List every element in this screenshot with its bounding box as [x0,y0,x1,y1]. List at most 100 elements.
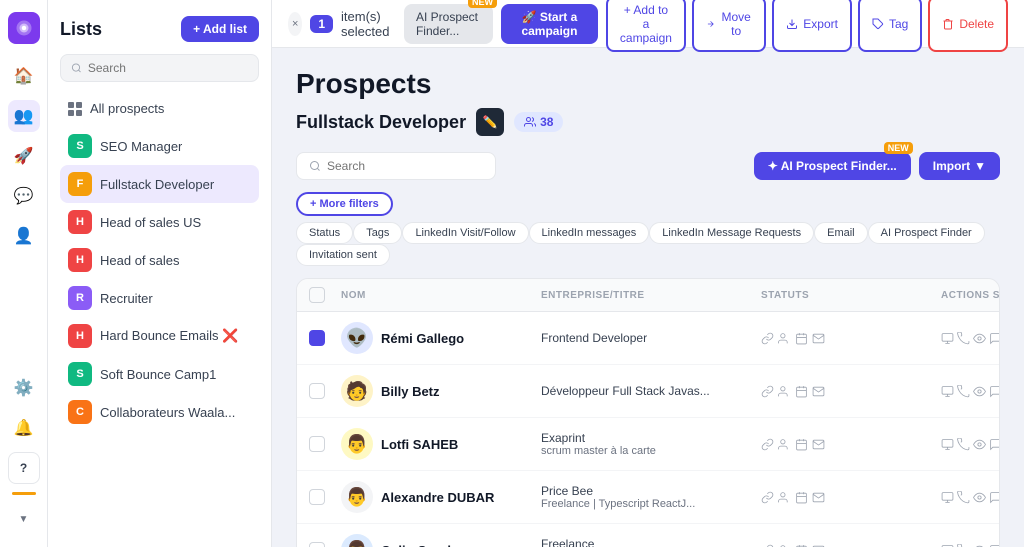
action-icon-msg[interactable] [989,438,1000,451]
users-small-icon[interactable] [778,385,791,398]
sidebar-item-icon: H [68,210,92,234]
filter-chip[interactable]: Tags [353,222,402,244]
action-icon-eye[interactable] [973,491,986,504]
calendar-icon[interactable] [795,438,808,451]
filter-chip[interactable]: LinkedIn messages [529,222,650,244]
action-icon-2[interactable] [957,385,970,398]
action-icons [941,544,1000,547]
selected-text: item(s) selected [341,9,396,39]
filter-chip[interactable]: Email [814,222,868,244]
status-icons [761,491,941,504]
nav-bell[interactable]: 🔔 [8,412,40,444]
ai-prospect-finder-topbar-button[interactable]: AI Prospect Finder... NEW [404,4,493,44]
prospect-info: 👨 Alexandre DUBAR [341,481,541,513]
filter-chip[interactable]: Status [296,222,353,244]
link-icon[interactable] [761,438,774,451]
sidebar-item-collab[interactable]: C Collaborateurs Waala... [60,393,259,431]
row-checkbox[interactable] [309,436,325,452]
import-button[interactable]: Import ▼ [919,152,1000,180]
list-edit-button[interactable]: ✏️ [476,108,504,136]
filter-chip[interactable]: AI Prospect Finder [868,222,985,244]
row-checkbox[interactable] [309,542,325,547]
filter-chip[interactable]: Invitation sent [296,244,390,266]
sidebar-item-label: Hard Bounce Emails ❌ [100,328,238,344]
action-icon-msg[interactable] [989,491,1000,504]
action-icon-msg[interactable] [989,544,1000,547]
move-to-button[interactable]: Move to [692,0,766,52]
add-to-campaign-button[interactable]: + Add to a campaign [606,0,686,52]
mail-icon[interactable] [812,385,825,398]
mail-icon[interactable] [812,491,825,504]
sidebar-item-seo[interactable]: S SEO Manager [60,127,259,165]
table-row: 🧑 Billy Betz Développeur Full Stack Java… [297,365,999,418]
row-checkbox[interactable] [309,383,325,399]
tag-button[interactable]: Tag [858,0,922,52]
sidebar-item-recruiter[interactable]: R Recruiter [60,279,259,317]
action-icon-msg[interactable] [989,385,1000,398]
users-small-icon[interactable] [778,332,791,345]
filter-chip[interactable]: LinkedIn Visit/Follow [402,222,528,244]
mail-icon[interactable] [812,332,825,345]
nav-group[interactable]: 👤 [8,220,40,252]
calendar-icon[interactable] [795,332,808,345]
filter-chip[interactable]: LinkedIn Message Requests [649,222,814,244]
nav-users[interactable]: 👥 [8,100,40,132]
export-button[interactable]: Export [772,0,852,52]
close-selection-button[interactable]: × [288,12,302,36]
users-small-icon[interactable] [778,544,791,547]
action-icon-msg[interactable] [989,332,1000,345]
action-icon-2[interactable] [957,491,970,504]
action-icon-eye[interactable] [973,385,986,398]
action-icon-2[interactable] [957,332,970,345]
select-all-checkbox[interactable] [309,287,325,303]
sidebar-item-fullstack[interactable]: F Fullstack Developer [60,165,259,203]
action-icon-eye[interactable] [973,438,986,451]
sidebar-item-all-prospects[interactable]: All prospects [60,94,259,123]
link-icon[interactable] [761,332,774,345]
link-icon[interactable] [761,491,774,504]
sidebar-item-soft[interactable]: S Soft Bounce Camp1 [60,355,259,393]
sidebar-search[interactable] [60,54,259,82]
action-icon-eye[interactable] [973,544,986,547]
more-filters-button[interactable]: + More filters [296,192,393,216]
row-checkbox[interactable] [309,330,325,346]
sidebar-search-input[interactable] [88,61,248,75]
delete-button[interactable]: Delete [928,0,1008,52]
prospects-search[interactable] [296,152,496,180]
nav-rocket[interactable]: 🚀 [8,140,40,172]
sidebar-item-head[interactable]: H Head of sales [60,241,259,279]
avatar: 👨 [341,481,373,513]
row-checkbox-wrap [309,542,341,547]
link-icon[interactable] [761,385,774,398]
link-icon[interactable] [761,544,774,547]
sidebar-item-bounce[interactable]: H Hard Bounce Emails ❌ [60,317,259,355]
action-icon-2[interactable] [957,544,970,547]
nav-chat[interactable]: 💬 [8,180,40,212]
action-icon-1[interactable] [941,438,954,451]
users-small-icon[interactable] [778,491,791,504]
prospects-search-input[interactable] [327,159,482,173]
action-icon-1[interactable] [941,544,954,547]
nav-help[interactable]: ? [8,452,40,484]
users-small-icon[interactable] [778,438,791,451]
ai-prospect-finder-button[interactable]: ✦ AI Prospect Finder... NEW [754,152,911,180]
nav-settings[interactable]: ⚙️ [8,372,40,404]
calendar-icon[interactable] [795,491,808,504]
nav-collapse[interactable]: ▼ [8,503,40,535]
action-icon-1[interactable] [941,491,954,504]
nav-home[interactable]: 🏠 [8,60,40,92]
action-icon-eye[interactable] [973,332,986,345]
action-icon-2[interactable] [957,438,970,451]
calendar-icon[interactable] [795,385,808,398]
row-checkbox[interactable] [309,489,325,505]
start-campaign-button[interactable]: 🚀 Start a campaign [501,4,598,44]
company-sub: Freelance | Typescript ReactJ... [541,498,761,510]
mail-icon[interactable] [812,544,825,547]
action-icon-1[interactable] [941,385,954,398]
action-icon-1[interactable] [941,332,954,345]
calendar-icon[interactable] [795,544,808,547]
add-list-button[interactable]: + Add list [181,16,259,42]
mail-icon[interactable] [812,438,825,451]
sidebar-item-head-us[interactable]: H Head of sales US [60,203,259,241]
app-logo[interactable] [8,12,40,44]
